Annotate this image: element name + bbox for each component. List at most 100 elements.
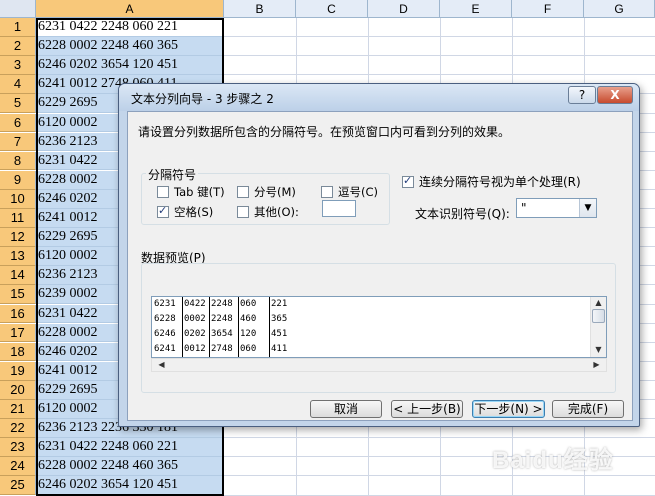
column-header-f[interactable]: F [512, 0, 584, 18]
column-header-c[interactable]: C [296, 0, 368, 18]
column-header-g[interactable]: G [584, 0, 655, 18]
preview-cell: 365 [271, 314, 288, 324]
row-header[interactable]: 20 [0, 380, 36, 400]
text-qualifier-value: " [521, 201, 527, 215]
next-button[interactable]: 下一步(N) > [472, 400, 545, 418]
comma-checkbox-label: 逗号(C) [338, 185, 379, 199]
dialog-title: 文本分列向导 - 3 步骤之 2 [131, 92, 274, 106]
preview-cell: 2748 [211, 344, 233, 354]
finish-button[interactable]: 完成(F) [552, 400, 624, 418]
tab-checkbox-label: Tab 键(T) [174, 185, 225, 199]
watermark-text: Baidu经验 [492, 447, 614, 474]
help-button[interactable]: ? [568, 86, 596, 104]
text-to-columns-dialog: 文本分列向导 - 3 步骤之 2 ? X 请设置分列数据所包含的分隔符号。在预览… [118, 83, 640, 427]
scroll-left-icon[interactable]: ◀ [154, 359, 169, 371]
row-header[interactable]: 5 [0, 94, 36, 114]
row-header[interactable]: 6 [0, 113, 36, 133]
column-header-b[interactable]: B [224, 0, 296, 18]
row-header[interactable]: 15 [0, 285, 36, 305]
gridline [224, 437, 655, 439]
preview-cell: 411 [271, 344, 288, 354]
row-header[interactable]: 16 [0, 304, 36, 324]
row-header[interactable]: 4 [0, 75, 36, 95]
preview-cell: 460 [240, 314, 257, 324]
close-button[interactable]: X [597, 86, 633, 104]
consecutive-checkbox[interactable]: 连续分隔符号视为单个处理(R) [402, 173, 581, 190]
scroll-up-icon[interactable]: ▲ [591, 297, 606, 309]
space-checkbox[interactable]: 空格(S) [157, 204, 213, 220]
dialog-titlebar[interactable]: 文本分列向导 - 3 步骤之 2 ? X [119, 84, 639, 111]
text-qualifier-label: 文本识别符号(Q): [415, 207, 510, 221]
semicolon-checkbox[interactable]: 分号(M) [237, 184, 296, 200]
column-header-e[interactable]: E [440, 0, 512, 18]
preview-horizontal-scrollbar[interactable]: ◀ ▶ [151, 358, 607, 372]
back-button[interactable]: < 上一步(B) [391, 400, 463, 418]
row-header[interactable]: 25 [0, 476, 36, 496]
row-header[interactable]: 13 [0, 247, 36, 266]
cell-a[interactable]: 6246 0202 3654 120 451 [36, 476, 224, 496]
dialog-client: 请设置分列数据所包含的分隔符号。在预览窗口内可看到分列的效果。 分隔符号 Tab… [127, 111, 633, 421]
gridline [224, 55, 655, 57]
preview-cell: 120 [240, 329, 257, 339]
tab-checkbox[interactable]: Tab 键(T) [157, 184, 225, 200]
row-header[interactable]: 18 [0, 342, 36, 362]
preview-vertical-scrollbar[interactable]: ▲ ▼ [590, 297, 606, 357]
column-header-a[interactable]: A [36, 0, 224, 18]
row-header[interactable]: 1 [0, 18, 36, 37]
comma-checkbox-box[interactable] [321, 186, 333, 198]
cell-a[interactable]: 6231 0422 2248 060 221 [36, 18, 224, 37]
row-header[interactable]: 23 [0, 438, 36, 457]
text-qualifier-select[interactable]: " ▼ [516, 198, 597, 218]
column-header-d[interactable]: D [368, 0, 440, 18]
row-header[interactable]: 11 [0, 209, 36, 228]
tab-checkbox-box[interactable] [157, 186, 169, 198]
scroll-right-icon[interactable]: ▶ [589, 359, 604, 371]
row-header[interactable]: 8 [0, 151, 36, 171]
preview-cell: 6241 [154, 344, 176, 354]
preview-cell: 0202 [184, 329, 206, 339]
preview-cell: 060 [240, 344, 257, 354]
row-header[interactable]: 9 [0, 170, 36, 190]
delimiters-group-title: 分隔符号 [146, 166, 199, 183]
other-checkbox-box[interactable] [237, 206, 249, 218]
row-header[interactable]: 14 [0, 266, 36, 286]
row-header[interactable]: 19 [0, 361, 36, 381]
gridline [224, 74, 655, 76]
comma-checkbox[interactable]: 逗号(C) [321, 184, 378, 200]
select-all-corner[interactable] [0, 0, 36, 18]
preview-cell: 060 [240, 299, 257, 309]
preview-cell: 2248 [211, 299, 233, 309]
row-header[interactable]: 7 [0, 132, 36, 152]
other-checkbox[interactable]: 其他(O): [237, 204, 299, 220]
cancel-button[interactable]: 取消 [310, 400, 382, 418]
row-header[interactable]: 3 [0, 56, 36, 75]
gridline [224, 36, 655, 38]
cell-a[interactable]: 6231 0422 2248 060 221 [36, 438, 224, 457]
cell-a[interactable]: 6246 0202 3654 120 451 [36, 56, 224, 75]
intro-text: 请设置分列数据所包含的分隔符号。在预览窗口内可看到分列的效果。 [138, 125, 511, 139]
other-delimiter-input[interactable] [322, 200, 356, 217]
dropdown-arrow-icon[interactable]: ▼ [579, 199, 596, 217]
row-header[interactable]: 10 [0, 189, 36, 209]
preview-cell: 0422 [184, 299, 206, 309]
cell-a[interactable]: 6228 0002 2248 460 365 [36, 457, 224, 477]
row-header[interactable]: 21 [0, 400, 36, 419]
row-header[interactable]: 17 [0, 323, 36, 343]
data-preview-pane[interactable]: 6231 0422 2248 060 221 6228 0002 2248 460 365 6246… [151, 296, 607, 358]
row-header[interactable]: 24 [0, 457, 36, 477]
row-header[interactable]: 12 [0, 228, 36, 247]
gridline [224, 475, 655, 477]
semicolon-checkbox-label: 分号(M) [254, 185, 296, 199]
preview-cell: 451 [271, 329, 288, 339]
row-header[interactable]: 2 [0, 37, 36, 56]
space-checkbox-box[interactable] [157, 204, 169, 218]
preview-cell: 0012 [184, 344, 206, 354]
preview-cell: 6246 [154, 329, 176, 339]
semicolon-checkbox-box[interactable] [237, 186, 249, 198]
consecutive-checkbox-box[interactable] [402, 174, 414, 188]
scroll-down-icon[interactable]: ▼ [591, 344, 606, 356]
row-header[interactable]: 22 [0, 419, 36, 438]
preview-cell: 6231 [154, 299, 176, 309]
scroll-thumb[interactable] [592, 309, 605, 323]
cell-a[interactable]: 6228 0002 2248 460 365 [36, 37, 224, 56]
